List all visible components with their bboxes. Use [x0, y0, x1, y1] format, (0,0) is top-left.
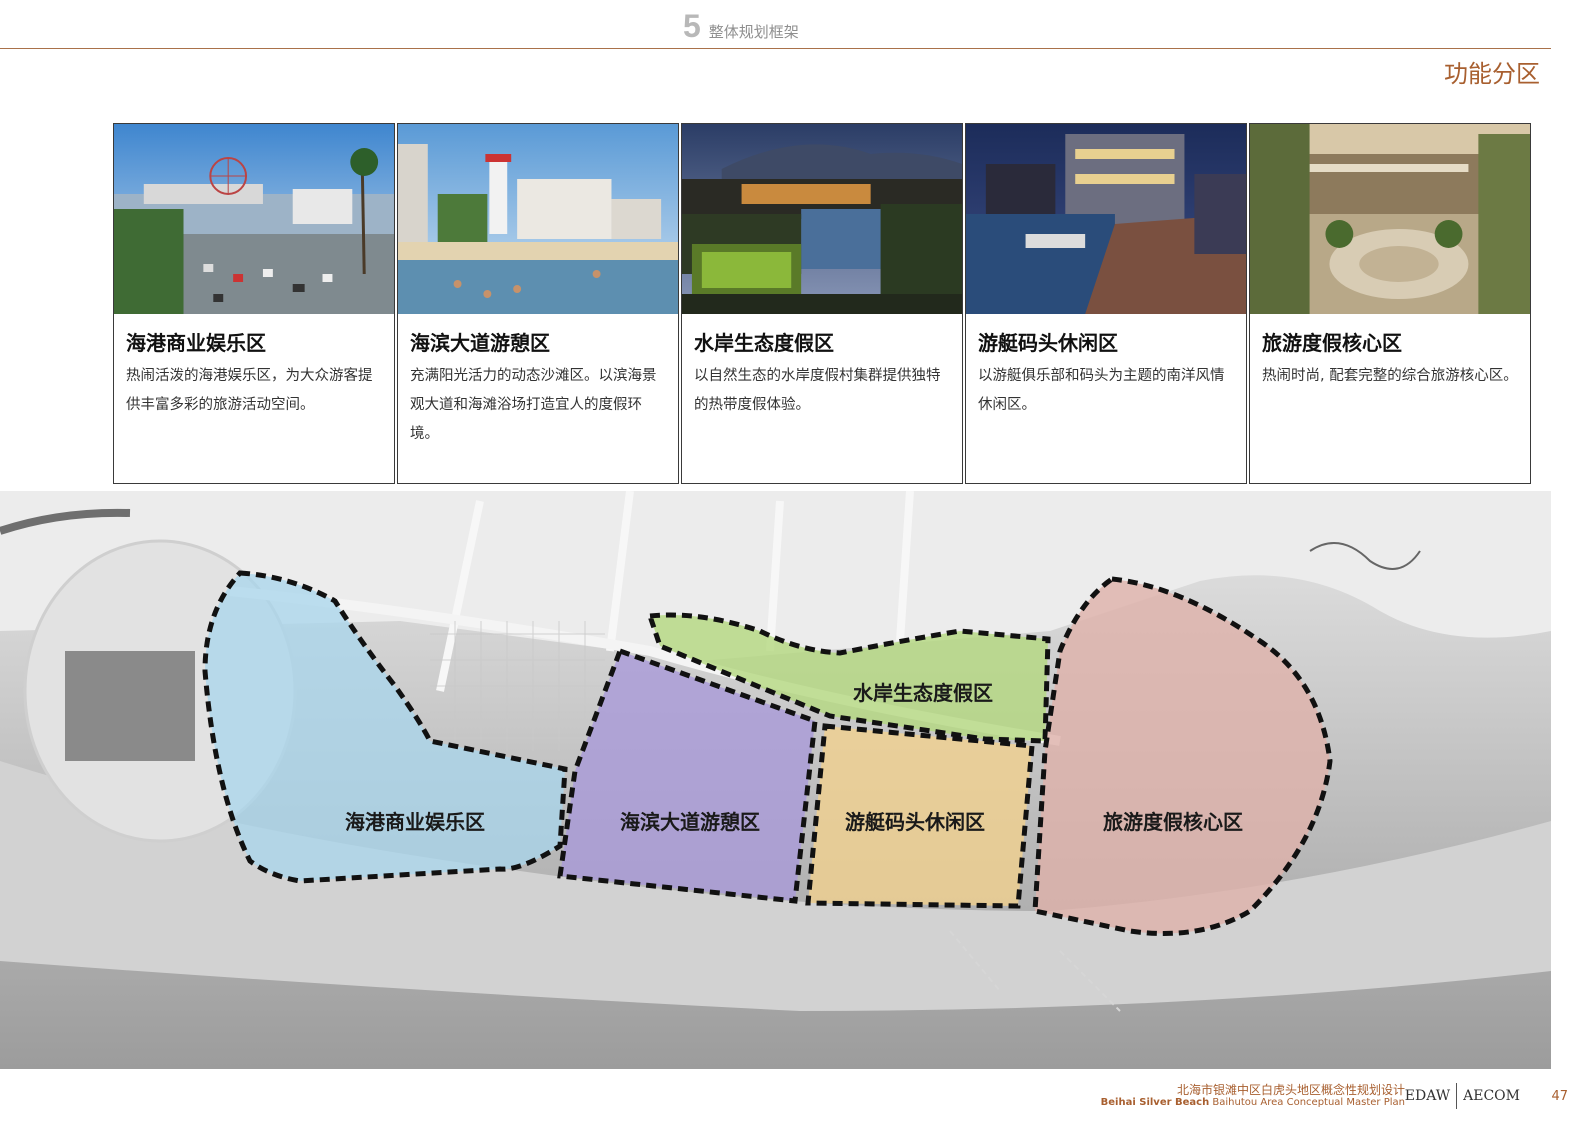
header-divider — [0, 48, 1551, 49]
card-description: 以游艇俱乐部和码头为主题的南洋风情休闲区。 — [978, 368, 1225, 413]
page-number: 47 — [1551, 1089, 1568, 1104]
section-title: 整体规划框架 — [708, 23, 799, 41]
waterfront-resort-photo — [682, 124, 962, 314]
zone-card-seaside: 海滨大道游憩区 充满阳光活力的动态沙滩区。以滨海景观大道和海滩浴场打造宜人的度假… — [397, 123, 679, 484]
zone-label-core: 旅游度假核心区 — [1103, 810, 1243, 834]
card-description: 充满阳光活力的动态沙滩区。以滨海景观大道和海滩浴场打造宜人的度假环境。 — [410, 368, 657, 442]
page-heading: 功能分区 — [1444, 60, 1540, 88]
card-description: 热闹时尚, 配套完整的综合旅游核心区。 — [1262, 368, 1518, 384]
site-plan-map: 海港商业娱乐区 水岸生态度假区 海滨大道游憩区 游艇码头休闲区 旅游度假核心区 — [0, 491, 1551, 1069]
beach-photo — [398, 124, 678, 314]
zone-card-core: 旅游度假核心区 热闹时尚, 配套完整的综合旅游核心区。 — [1249, 123, 1531, 484]
zone-card-harbor: 海港商业娱乐区 热闹活泼的海港娱乐区，为大众游客提供丰富多彩的旅游活动空间。 — [113, 123, 395, 484]
card-title: 水岸生态度假区 — [694, 331, 834, 355]
card-description: 热闹活泼的海港娱乐区，为大众游客提供丰富多彩的旅游活动空间。 — [126, 368, 373, 413]
zone-label-marina: 游艇码头休闲区 — [845, 810, 985, 834]
marina-photo — [966, 124, 1246, 314]
card-title: 海港商业娱乐区 — [126, 331, 266, 355]
zone-label-harbor: 海港商业娱乐区 — [345, 810, 485, 834]
logo-divider — [1456, 1083, 1458, 1109]
company-logo: EDAW AECOM — [1405, 1083, 1520, 1109]
zone-label-waterfront: 水岸生态度假区 — [853, 681, 993, 705]
logo-aecom: AECOM — [1463, 1088, 1520, 1104]
card-description: 以自然生态的水岸度假村集群提供独特的热带度假体验。 — [694, 368, 941, 413]
card-title: 旅游度假核心区 — [1262, 331, 1402, 355]
zone-label-seaside: 海滨大道游憩区 — [620, 810, 760, 834]
section-number: 5 — [683, 8, 701, 44]
plaza-photo — [1250, 124, 1530, 314]
footer-title-cn: 北海市银滩中区白虎头地区概念性规划设计 — [1176, 1083, 1405, 1097]
footer-title-en-bold: Beihai Silver Beach — [1100, 1097, 1210, 1108]
footer-title-en-rest: Baihutou Area Conceptual Master Plan — [1209, 1097, 1405, 1108]
harbor-photo — [114, 124, 394, 314]
card-title: 海滨大道游憩区 — [410, 331, 550, 355]
zone-card-marina: 游艇码头休闲区 以游艇俱乐部和码头为主题的南洋风情休闲区。 — [965, 123, 1247, 484]
page-footer: 北海市银滩中区白虎头地区概念性规划设计 Beihai Silver Beach … — [988, 1069, 1588, 1123]
section-header: 5 整体规划框架 — [683, 8, 799, 44]
footer-title-en: Beihai Silver Beach Baihutou Area Concep… — [1101, 1097, 1405, 1108]
zone-card-waterfront: 水岸生态度假区 以自然生态的水岸度假村集群提供独特的热带度假体验。 — [681, 123, 963, 484]
card-title: 游艇码头休闲区 — [978, 331, 1118, 355]
logo-edaw: EDAW — [1404, 1088, 1451, 1104]
